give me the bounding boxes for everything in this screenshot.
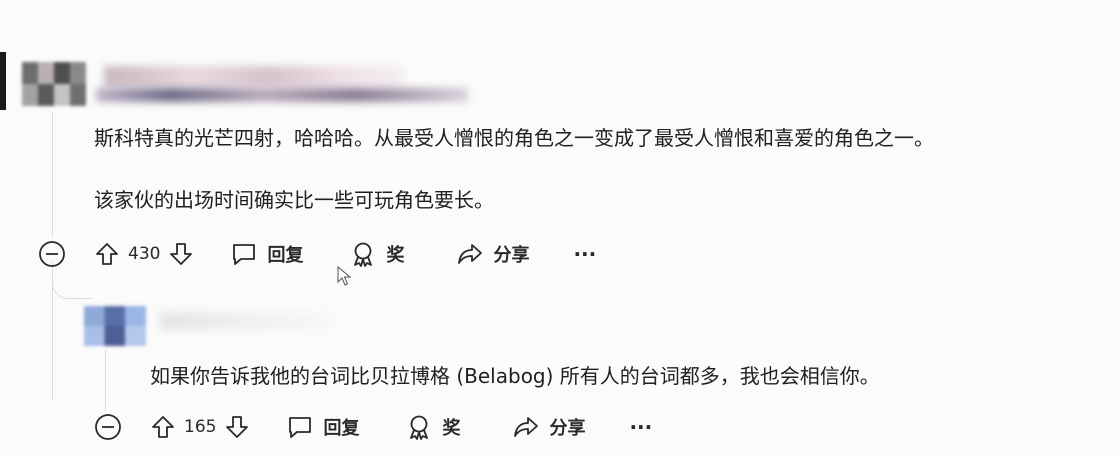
collapse-icon — [95, 414, 121, 440]
share-label: 分享 — [549, 418, 586, 439]
comment-body-line: 该家伙的出场时间确实比一些可玩角色要长。 — [94, 188, 494, 212]
avatar[interactable] — [22, 62, 86, 106]
share-button[interactable]: 分享 — [456, 240, 529, 268]
vote-count: 165 — [184, 417, 217, 437]
reply-label: 回复 — [323, 418, 360, 439]
comment-body-line: 如果你告诉我他的台词比贝拉博格 (Belabog) 所有人的台词都多，我也会相信… — [150, 364, 880, 388]
thread-line-child — [105, 350, 106, 410]
comment-actions: 430 回复 奖 分享 ··· — [38, 238, 596, 270]
award-label: 奖 — [442, 418, 461, 439]
more-button[interactable]: ··· — [573, 242, 596, 266]
award-icon — [410, 415, 429, 440]
reply-button[interactable]: 回复 — [230, 240, 303, 268]
thread-line — [52, 112, 53, 236]
username-obscured — [160, 312, 330, 330]
award-button[interactable]: 奖 — [405, 413, 460, 441]
collapse-icon — [39, 241, 65, 267]
comment-actions: 165 回复 奖 分享 ··· — [94, 411, 652, 443]
username-obscured — [104, 66, 404, 88]
more-icon: ··· — [629, 415, 653, 439]
more-icon: ··· — [573, 242, 597, 266]
upvote-button[interactable] — [150, 414, 176, 440]
downvote-icon — [170, 243, 193, 265]
upvote-button[interactable] — [94, 241, 120, 267]
vote-count: 430 — [128, 244, 161, 264]
reply-button[interactable]: 回复 — [286, 413, 359, 441]
flair-obscured — [96, 88, 468, 102]
downvote-icon — [226, 416, 249, 438]
award-button[interactable]: 奖 — [349, 240, 404, 268]
award-icon — [354, 242, 373, 267]
downvote-button[interactable] — [168, 241, 194, 267]
avatar[interactable] — [84, 306, 146, 346]
collapse-button[interactable] — [38, 240, 66, 268]
reply-icon — [289, 417, 312, 438]
upvote-icon — [152, 416, 174, 438]
downvote-button[interactable] — [224, 414, 250, 440]
reply-icon — [233, 244, 256, 265]
upvote-icon — [96, 243, 118, 265]
cursor-icon — [337, 266, 351, 286]
reply-label: 回复 — [267, 245, 304, 266]
share-icon — [514, 417, 539, 437]
share-label: 分享 — [493, 245, 530, 266]
collapse-button[interactable] — [94, 413, 122, 441]
thread-edge — [0, 52, 6, 110]
comment-body-line: 斯科特真的光芒四射，哈哈哈。从最受人憎恨的角色之一变成了最受人憎恨和喜爱的角色之… — [94, 126, 934, 150]
more-button[interactable]: ··· — [629, 415, 652, 439]
award-label: 奖 — [386, 245, 405, 266]
thread-line — [52, 272, 53, 400]
share-icon — [458, 244, 483, 264]
share-button[interactable]: 分享 — [512, 413, 585, 441]
